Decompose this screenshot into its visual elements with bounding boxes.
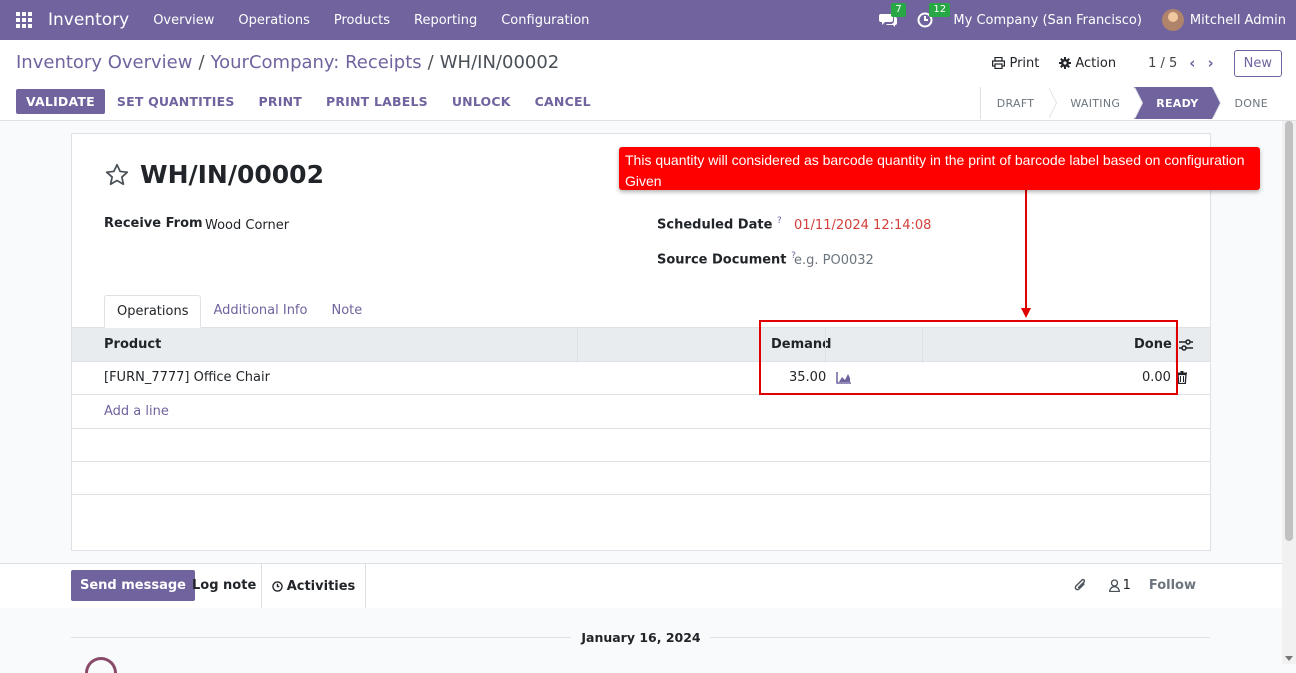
breadcrumb: Inventory Overview / YourCompany: Receipts… <box>16 52 560 73</box>
print-labels-button[interactable]: PRINT LABELS <box>326 89 440 114</box>
activities-label: Activities <box>286 578 356 594</box>
annotation-callout: This quantity will considered as barcode… <box>619 147 1260 190</box>
printer-icon <box>992 57 1006 69</box>
apps-menu-icon[interactable] <box>0 0 48 40</box>
tab-note[interactable]: Note <box>319 295 374 328</box>
menu-overview[interactable]: Overview <box>141 13 226 28</box>
source-document-label: Source Document ? <box>657 251 796 268</box>
pager-previous-icon[interactable]: ‹ <box>1189 54 1195 72</box>
print-button[interactable]: PRINT <box>259 89 314 114</box>
systray: 7 12 My Company (San Francisco) Mitchell… <box>879 0 1296 40</box>
print-dropdown[interactable]: Print <box>992 56 1039 71</box>
new-record-button[interactable]: New <box>1233 49 1282 77</box>
status-ready[interactable]: READY <box>1134 87 1222 119</box>
row-product[interactable]: [FURN_7777] Office Chair <box>104 370 270 385</box>
control-panel: Inventory Overview / YourCompany: Receipts… <box>0 40 1296 121</box>
empty-row <box>72 429 1210 462</box>
messages-count-badge: 7 <box>891 3 906 17</box>
user-avatar[interactable] <box>1161 9 1184 31</box>
breadcrumb-receipts[interactable]: YourCompany: Receipts <box>211 52 422 73</box>
pager-value[interactable]: 1 / 5 <box>1148 56 1177 71</box>
app-brand[interactable]: Inventory <box>48 10 129 30</box>
followers-count: 1 <box>1122 578 1131 593</box>
status-draft[interactable]: DRAFT <box>979 87 1057 119</box>
source-document-input[interactable]: e.g. PO0032 <box>794 253 874 268</box>
receive-from-label: Receive From <box>104 216 203 231</box>
activities-count-badge: 12 <box>929 3 951 17</box>
menu-reporting[interactable]: Reporting <box>402 13 489 28</box>
action-dropdown[interactable]: Action <box>1059 56 1116 71</box>
unlock-button[interactable]: UNLOCK <box>452 89 523 114</box>
add-line-row: Add a line <box>72 396 1210 429</box>
menu-configuration[interactable]: Configuration <box>489 13 601 28</box>
chatter-date-separator: January 16, 2024 <box>581 630 701 645</box>
scheduled-date-label: Scheduled Date ? <box>657 216 782 233</box>
menu-operations[interactable]: Operations <box>226 13 321 28</box>
chatter-topbar: Send message Log note Activities 1 Follo… <box>0 563 1282 608</box>
validate-button[interactable]: VALIDATE <box>16 89 105 114</box>
avatar <box>85 657 117 673</box>
scheduled-date-value[interactable]: 01/11/2024 12:14:08 <box>794 218 931 233</box>
clock-icon <box>271 580 283 592</box>
print-label: Print <box>1009 55 1040 71</box>
status-waiting[interactable]: WAITING <box>1048 87 1144 119</box>
notebook-tabs: Operations Additional Info Note <box>104 295 374 328</box>
tab-operations[interactable]: Operations <box>104 295 202 328</box>
help-icon[interactable]: ? <box>777 216 782 226</box>
optional-columns-icon[interactable] <box>1179 338 1193 352</box>
status-done[interactable]: DONE <box>1212 87 1282 119</box>
main-menu: Overview Operations Products Reporting C… <box>141 13 601 28</box>
breadcrumb-inventory-overview[interactable]: Inventory Overview <box>16 52 192 73</box>
star-icon[interactable] <box>104 162 130 188</box>
activities-button[interactable]: Activities <box>261 564 366 608</box>
receive-from-value[interactable]: Wood Corner <box>205 218 289 233</box>
record-name: WH/IN/00002 <box>140 160 324 189</box>
statusbar: DRAFT WAITING READY DONE <box>979 87 1282 119</box>
tab-additional-info[interactable]: Additional Info <box>201 295 319 328</box>
scroll-down-icon[interactable] <box>1285 656 1293 661</box>
control-panel-right: Print Action 1 / 5 ‹ › New <box>972 48 1282 78</box>
send-message-button[interactable]: Send message <box>71 570 195 601</box>
paperclip-icon[interactable] <box>1073 578 1087 593</box>
gear-icon <box>1059 57 1072 69</box>
add-line-link[interactable]: Add a line <box>104 404 169 419</box>
empty-row <box>72 462 1210 495</box>
chatter-actions: 1 Follow <box>1073 578 1196 593</box>
form-actions: VALIDATE SET QUANTITIES PRINT PRINT LABE… <box>16 89 615 114</box>
activity-menu[interactable]: 12 <box>917 3 951 28</box>
user-menu[interactable]: Mitchell Admin <box>1190 13 1286 28</box>
set-quantities-button[interactable]: SET QUANTITIES <box>117 89 247 114</box>
record-title: WH/IN/00002 <box>104 160 324 189</box>
trash-icon[interactable] <box>1177 371 1187 384</box>
menu-products[interactable]: Products <box>322 13 402 28</box>
action-label: Action <box>1075 55 1117 71</box>
top-navbar: Inventory Overview Operations Products R… <box>0 0 1296 40</box>
user-icon <box>1108 579 1120 592</box>
breadcrumb-current: WH/IN/00002 <box>439 52 560 73</box>
annotation-arrow-head <box>1021 308 1031 318</box>
annotation-arrow <box>1025 190 1027 310</box>
annotation-highlight-box <box>759 320 1178 395</box>
log-note-button[interactable]: Log note <box>192 578 256 593</box>
follow-button[interactable]: Follow <box>1149 578 1196 593</box>
messaging-menu[interactable]: 7 <box>879 3 906 28</box>
company-switcher[interactable]: My Company (San Francisco) <box>953 13 1141 28</box>
cancel-button[interactable]: CANCEL <box>535 89 603 114</box>
column-product[interactable]: Product <box>104 337 161 352</box>
scroll-thumb[interactable] <box>1285 121 1293 541</box>
pager-next-icon[interactable]: › <box>1207 54 1213 72</box>
followers-button[interactable]: 1 <box>1108 578 1131 593</box>
page-scrollbar[interactable] <box>1282 121 1296 664</box>
